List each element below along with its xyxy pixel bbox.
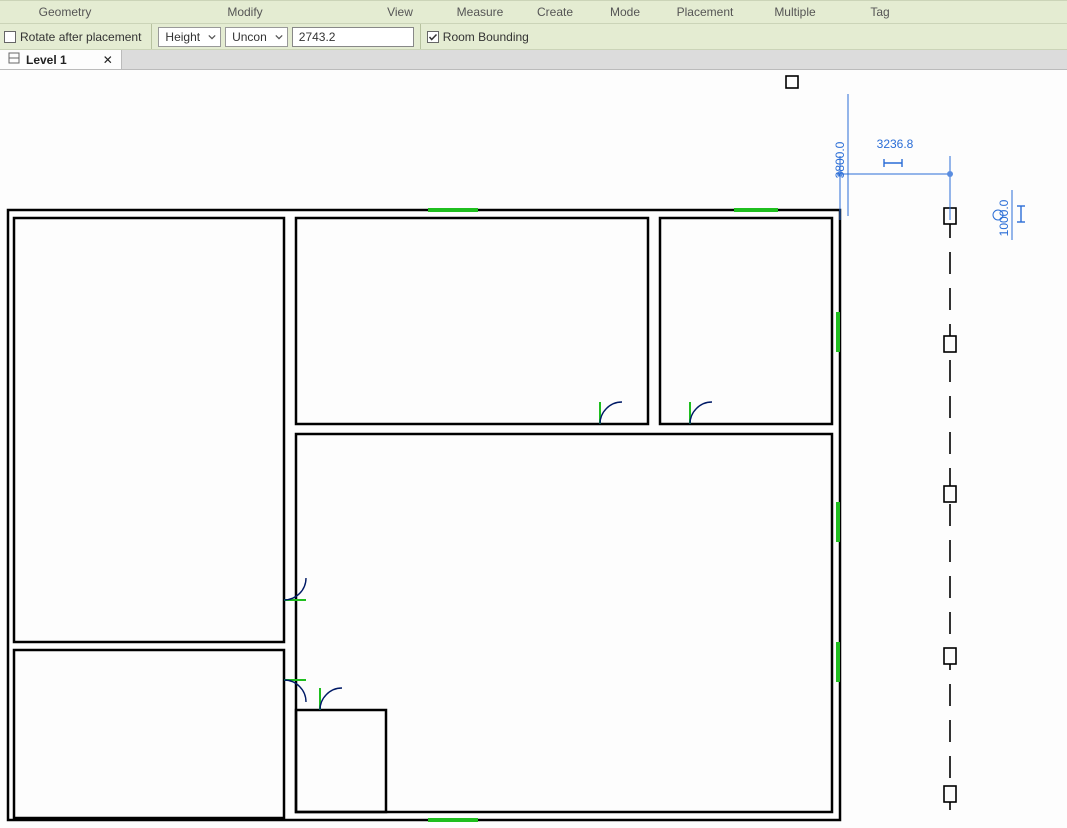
dim-vr-value[interactable]: 1000.0 — [997, 199, 1011, 236]
panel-tag: Tag — [840, 5, 920, 19]
dim-v-value[interactable]: 3800.0 — [833, 141, 847, 178]
panel-modify: Modify — [130, 5, 360, 19]
rotate-after-placement-label: Rotate after placement — [20, 30, 145, 44]
separator — [420, 24, 421, 49]
floorplan-icon — [8, 52, 20, 67]
rotate-after-placement-checkbox[interactable] — [4, 31, 16, 43]
chevron-down-icon — [275, 30, 283, 44]
panel-measure: Measure — [440, 5, 520, 19]
options-bar: Rotate after placement Height Uncon 2743… — [0, 24, 1067, 50]
panel-geometry: Geometry — [0, 5, 130, 19]
walls — [8, 210, 840, 820]
view-tab-label: Level 1 — [26, 53, 67, 67]
separator — [151, 24, 152, 49]
panel-multiple: Multiple — [750, 5, 840, 19]
room-bounding-label: Room Bounding — [443, 30, 533, 44]
constraint-dropdown[interactable]: Uncon — [225, 27, 288, 47]
panel-create: Create — [520, 5, 590, 19]
view-tab-strip: Level 1 ✕ — [0, 50, 1067, 70]
room-bounding-checkbox[interactable] — [427, 31, 439, 43]
temporary-dimensions[interactable]: 3236.8 3800.0 1000.0 — [833, 94, 1025, 240]
openings — [284, 208, 840, 822]
chevron-down-icon — [208, 30, 216, 44]
view-tab-level1[interactable]: Level 1 ✕ — [0, 50, 122, 69]
panel-placement: Placement — [660, 5, 750, 19]
drawing-canvas[interactable]: 3236.8 3800.0 1000.0 — [0, 70, 1067, 828]
floor-plan: 3236.8 3800.0 1000.0 — [0, 70, 1067, 828]
reference-column — [786, 76, 956, 810]
panel-mode: Mode — [590, 5, 660, 19]
close-icon[interactable]: ✕ — [103, 53, 113, 67]
height-value-input[interactable]: 2743.2 — [292, 27, 414, 47]
dim-h-value[interactable]: 3236.8 — [877, 137, 914, 151]
height-dropdown[interactable]: Height — [158, 27, 221, 47]
ribbon-panel-labels: Geometry Modify View Measure Create Mode… — [0, 0, 1067, 24]
panel-view: View — [360, 5, 440, 19]
